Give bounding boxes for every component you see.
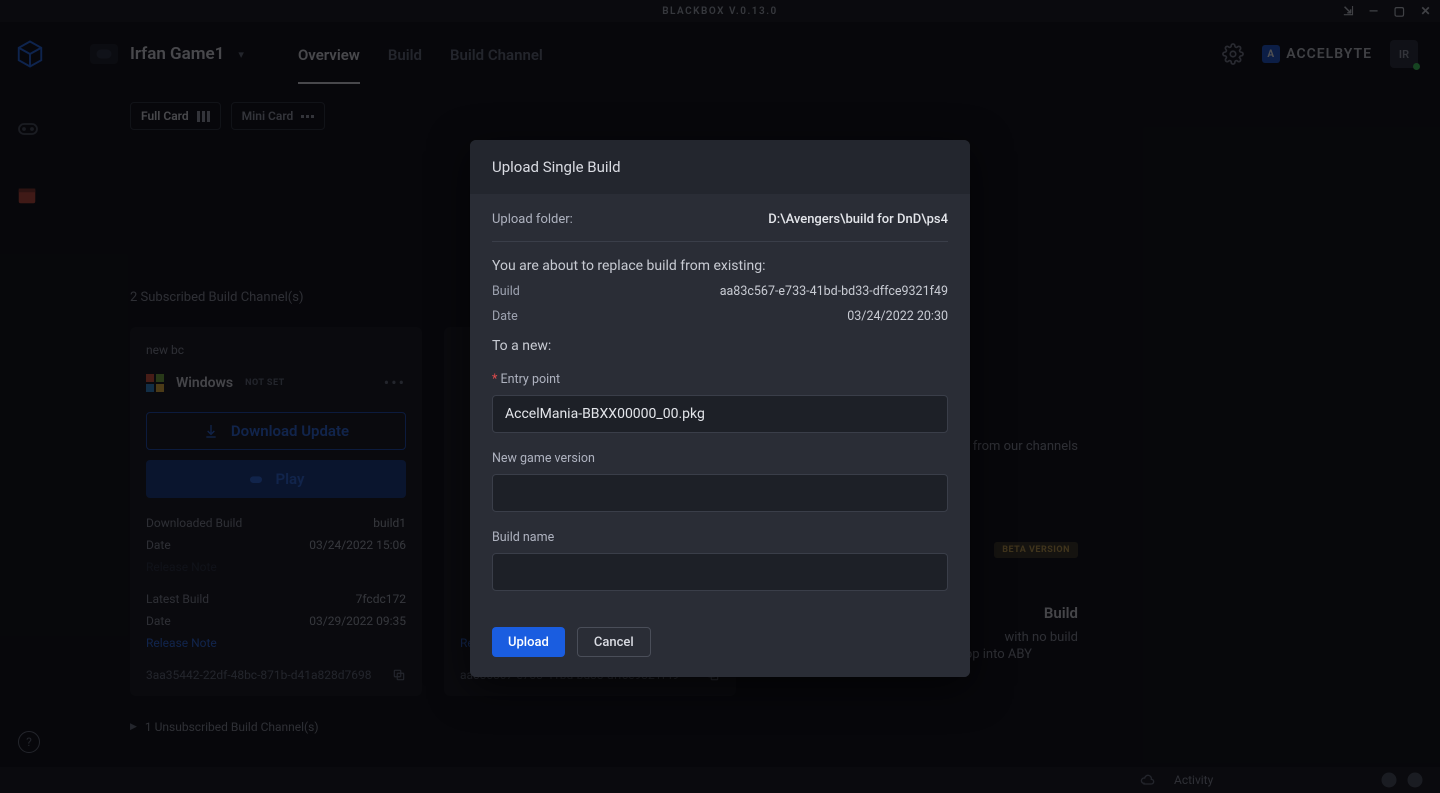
game-version-input[interactable] [492,474,948,512]
modal-overlay: Upload Single Build Upload folder: D:\Av… [0,0,1440,793]
entry-point-label: Entry point [492,372,948,387]
game-version-label: New game version [492,451,948,466]
cancel-button[interactable]: Cancel [577,627,651,657]
modal-title: Upload Single Build [470,140,970,194]
build-name-input[interactable] [492,553,948,591]
upload-folder-label: Upload folder: [492,212,573,227]
upload-folder-value: D:\Avengers\build for DnD\ps4 [768,212,948,227]
replace-text: You are about to replace build from exis… [492,258,948,274]
upload-single-build-modal: Upload Single Build Upload folder: D:\Av… [470,140,970,677]
build-name-label: Build name [492,530,948,545]
to-new-text: To a new: [492,338,948,354]
entry-point-input[interactable] [492,395,948,433]
upload-button[interactable]: Upload [492,627,565,657]
